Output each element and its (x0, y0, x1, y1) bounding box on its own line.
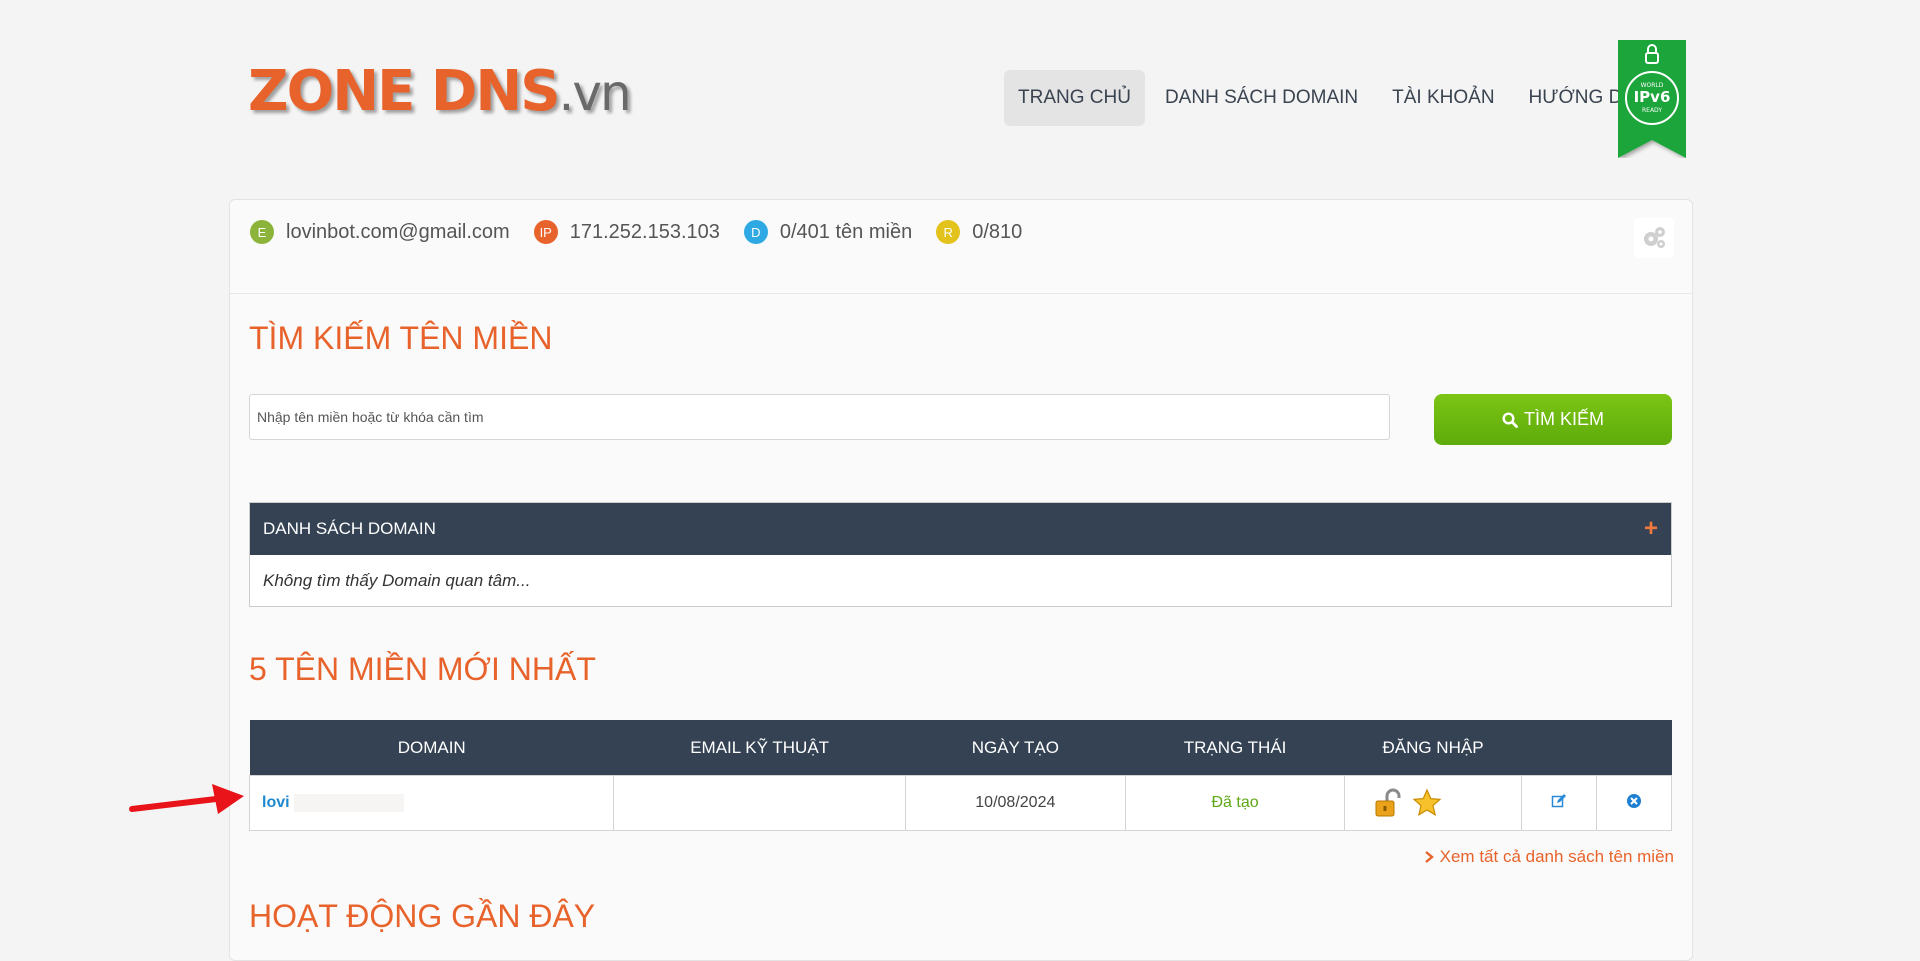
col-status: TRẠNG THÁI (1125, 720, 1345, 776)
nav-domain-list[interactable]: DANH SÁCH DOMAIN (1151, 70, 1372, 126)
redacted-area (293, 793, 404, 812)
arrow-icon (129, 784, 244, 814)
table-header-row: DOMAIN EMAIL KỸ THUẬT NGÀY TẠO TRẠNG THÁ… (249, 720, 1672, 776)
ipv6-ready-badge: WORLD IPv6 READY (1618, 40, 1686, 158)
delete-icon[interactable] (1626, 793, 1642, 809)
domain-cell[interactable]: lovi (248, 775, 615, 831)
view-all-domains-link[interactable]: Xem tất cả danh sách tên miền (1424, 847, 1674, 867)
domains-value: 0/401 tên miền (779, 220, 913, 243)
info-email: E lovinbot.com@gmail.com (250, 220, 510, 244)
plus-icon[interactable]: + (1644, 515, 1658, 543)
col-edit (1521, 720, 1597, 776)
nav-account[interactable]: TÀI KHOẢN (1378, 70, 1508, 126)
main-nav: TRANG CHỦ DANH SÁCH DOMAIN TÀI KHOẢN HƯỚ… (1004, 70, 1663, 126)
domain-list-title: DANH SÁCH DOMAIN (263, 519, 436, 538)
edit-cell (1520, 775, 1597, 831)
star-icon[interactable] (1412, 788, 1442, 818)
login-cell (1344, 775, 1522, 831)
latest-title: 5 TÊN MIỀN MỚI NHẤT (249, 651, 596, 687)
info-records: R 0/810 (936, 220, 1022, 244)
info-ip: IP 171.252.153.103 (533, 220, 720, 244)
search-input[interactable] (249, 394, 1390, 440)
domains-badge: D (743, 220, 768, 244)
domain-list-empty: Không tìm thấy Domain quan tâm... (250, 555, 1671, 606)
unlock-icon[interactable] (1373, 788, 1403, 818)
ipv6-badge-sub: READY (1642, 107, 1662, 114)
gear-icon (1644, 227, 1665, 248)
nav-home[interactable]: TRANG CHỦ (1004, 70, 1145, 126)
col-delete (1596, 720, 1672, 776)
ipv6-badge-main: IPv6 (1634, 88, 1671, 106)
logo-tld: .vn (558, 64, 632, 122)
main-panel: E lovinbot.com@gmail.com IP 171.252.153.… (229, 199, 1693, 961)
domain-link[interactable]: lovi (262, 794, 290, 811)
ip-value: 171.252.153.103 (569, 220, 720, 243)
records-badge: R (936, 220, 961, 244)
chevron-right-icon (1425, 851, 1434, 863)
view-all-label: Xem tất cả danh sách tên miền (1439, 847, 1674, 866)
col-login: ĐĂNG NHẬP (1344, 720, 1522, 776)
ip-badge: IP (533, 220, 558, 244)
search-title: TÌM KIẾM TÊN MIỀN (249, 320, 553, 356)
site-logo[interactable]: ZONE DNS.vn (248, 64, 632, 122)
search-button[interactable]: TÌM KIẾM (1434, 394, 1672, 445)
email-badge: E (250, 220, 274, 244)
domain-list-header: DANH SÁCH DOMAIN + (250, 503, 1671, 555)
logo-zone: ZONE (248, 59, 415, 124)
email-cell (613, 775, 906, 831)
delete-cell (1595, 775, 1673, 831)
status-cell: Đã tạo (1124, 775, 1346, 831)
created-cell: 10/08/2024 (904, 775, 1126, 831)
edit-icon[interactable] (1551, 793, 1567, 809)
search-icon (1502, 411, 1518, 428)
divider (230, 293, 1692, 294)
col-created: NGÀY TẠO (905, 720, 1126, 776)
domain-list-box: DANH SÁCH DOMAIN + Không tìm thấy Domain… (249, 502, 1672, 607)
table-row: lovi 10/08/2024 Đã tạo (248, 775, 1673, 831)
recent-activity-title: HOẠT ĐỘNG GẦN ĐÂY (249, 898, 596, 934)
account-info-bar: E lovinbot.com@gmail.com IP 171.252.153.… (250, 220, 1046, 244)
col-email: EMAIL KỸ THUẬT (613, 720, 906, 776)
email-value: lovinbot.com@gmail.com (286, 220, 510, 243)
settings-button[interactable] (1634, 218, 1674, 258)
info-domains: D 0/401 tên miền (743, 220, 913, 244)
latest-domains-table: DOMAIN EMAIL KỸ THUẬT NGÀY TẠO TRẠNG THÁ… (248, 720, 1673, 831)
search-button-label: TÌM KIẾM (1524, 409, 1604, 429)
logo-dns: DNS (430, 59, 561, 124)
records-value: 0/810 (972, 220, 1023, 243)
col-domain: DOMAIN (249, 720, 614, 776)
